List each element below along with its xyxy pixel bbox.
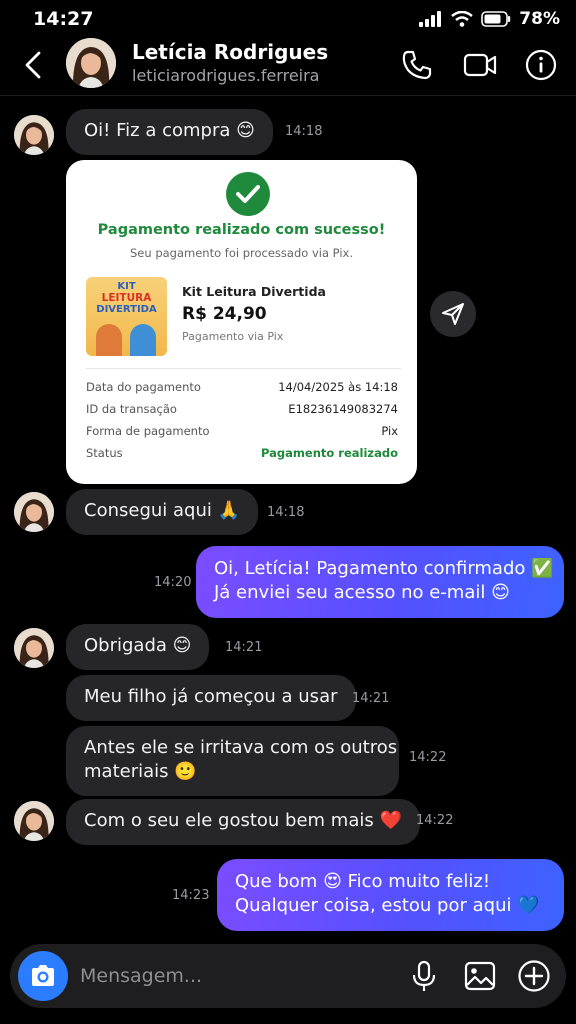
signal-icon — [419, 11, 442, 27]
payment-subtitle: Seu pagamento foi processado via Pix. — [130, 246, 353, 260]
message-time: 14:21 — [352, 691, 390, 706]
message-bubble-outgoing[interactable]: Que bom 😍 Fico muito feliz! Qualquer coi… — [217, 859, 564, 931]
plus-circle-icon[interactable] — [516, 958, 552, 994]
wifi-icon — [451, 11, 474, 27]
message-time: 14:20 — [154, 575, 192, 590]
message-bubble-incoming[interactable]: Consegui aqui 🙏 — [66, 489, 258, 535]
send-icon[interactable] — [430, 291, 476, 337]
message-time: 14:18 — [267, 505, 305, 520]
product-price: R$ 24,90 — [182, 304, 267, 324]
divider — [86, 368, 401, 369]
status-time: 14:27 — [33, 8, 94, 30]
chevron-left-icon[interactable] — [20, 50, 48, 80]
payment-title: Pagamento realizado com sucesso! — [97, 222, 386, 238]
message-bubble-incoming[interactable]: Oi! Fiz a compra 😊 — [66, 109, 273, 155]
video-camera-icon[interactable] — [463, 48, 497, 82]
avatar[interactable] — [14, 628, 54, 668]
payment-method-note: Pagamento via Pix — [182, 330, 284, 343]
message-time: 14:21 — [225, 640, 263, 655]
message-composer — [10, 944, 566, 1008]
message-time: 14:22 — [409, 750, 447, 765]
check-circle-icon — [226, 172, 270, 216]
avatar[interactable] — [66, 38, 116, 88]
product-image: KIT LEITURA DIVERTIDA — [86, 277, 167, 356]
contact-name[interactable]: Letícia Rodrigues — [132, 40, 328, 64]
image-icon[interactable] — [462, 958, 498, 994]
phone-icon[interactable] — [400, 48, 434, 82]
message-time: 14:18 — [285, 124, 323, 139]
message-time: 14:23 — [172, 888, 210, 903]
microphone-icon[interactable] — [406, 958, 442, 994]
status-bar: 14:27 78% — [0, 0, 576, 38]
payment-confirmation-card[interactable]: Pagamento realizado com sucesso! Seu pag… — [66, 160, 417, 484]
camera-icon[interactable] — [18, 951, 68, 1001]
info-icon[interactable] — [524, 48, 558, 82]
message-bubble-incoming[interactable]: Com o seu ele gostou bem mais ❤️ — [66, 799, 420, 845]
avatar[interactable] — [14, 801, 54, 841]
message-bubble-outgoing[interactable]: Oi, Letícia! Pagamento confirmado ✅ Já e… — [196, 546, 564, 618]
message-bubble-incoming[interactable]: Obrigada 😊 — [66, 624, 210, 670]
chat-header: Letícia Rodrigues leticiarodrigues.ferre… — [0, 38, 576, 96]
contact-username[interactable]: leticiarodrigues.ferreira — [132, 66, 319, 85]
avatar[interactable] — [14, 115, 54, 155]
status-badge: Pagamento realizado — [261, 446, 398, 460]
battery-icon — [481, 11, 511, 27]
product-name: Kit Leitura Divertida — [182, 284, 326, 299]
message-input[interactable] — [80, 962, 380, 990]
avatar[interactable] — [14, 492, 54, 532]
message-time: 14:22 — [416, 813, 454, 828]
message-bubble-incoming[interactable]: Antes ele se irritava com os outros mate… — [66, 726, 399, 796]
message-bubble-incoming[interactable]: Meu filho já começou a usar — [66, 675, 356, 721]
battery-percent: 78% — [519, 9, 560, 29]
